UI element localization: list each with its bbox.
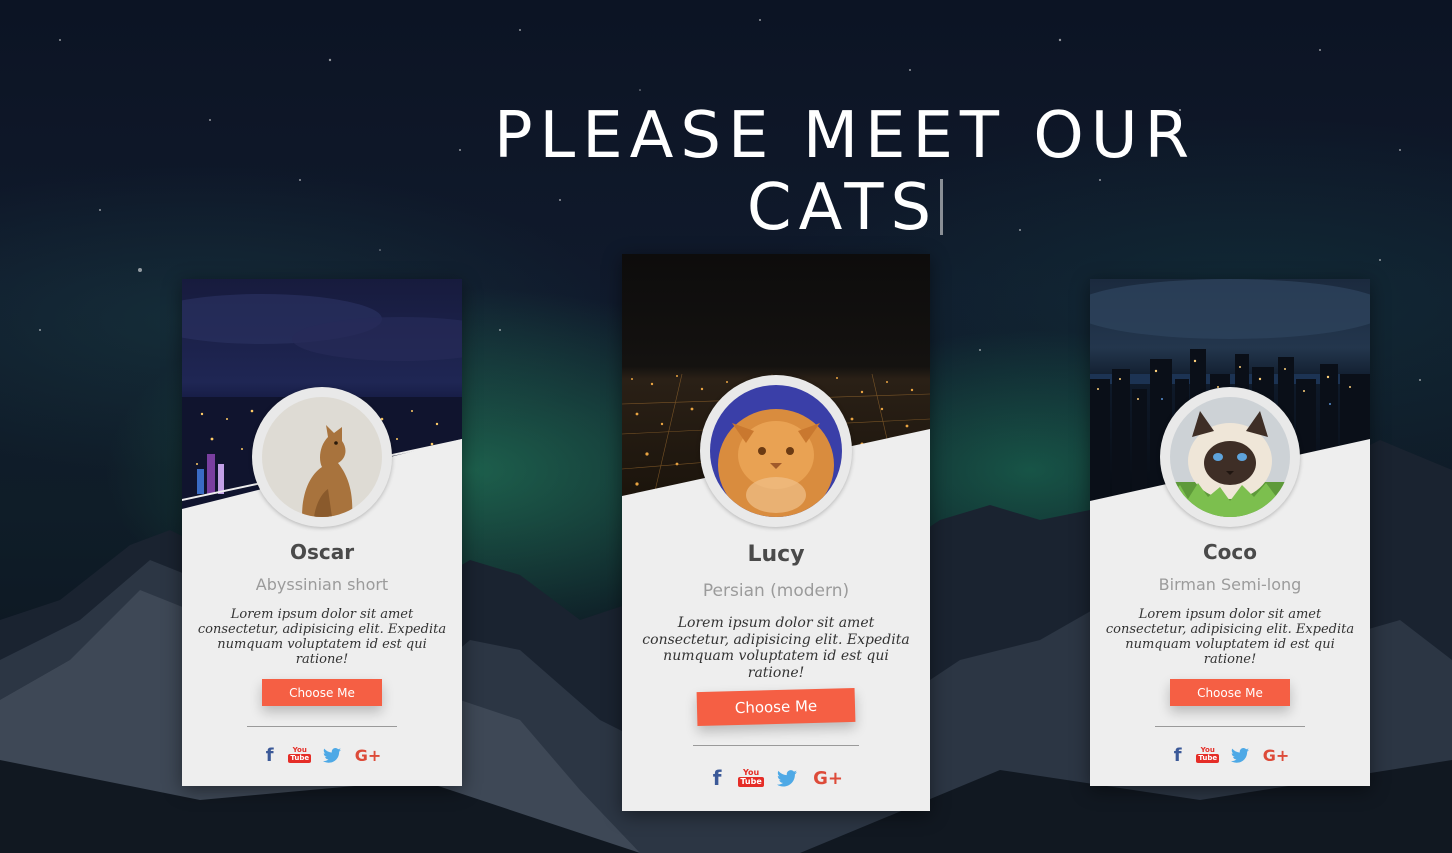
twitter-icon[interactable] [1230, 747, 1249, 763]
title-line-2-wrapper: CATS [420, 172, 1270, 244]
cat-name: Coco [1202, 540, 1257, 564]
googleplus-icon[interactable]: G+ [813, 768, 843, 789]
cat-breed: Birman Semi-long [1158, 575, 1302, 594]
text-cursor [940, 179, 944, 235]
title-line-1: PLEASE MEET OUR [493, 99, 1197, 173]
cat-card-lucy: Lucy Persian (modern) Lorem ipsum dolor … [622, 254, 930, 811]
choose-me-button[interactable]: Choose Me [1170, 679, 1290, 706]
youtube-icon[interactable]: You Tube [738, 768, 764, 787]
youtube-label-bottom: Tube [738, 777, 764, 787]
social-links: f You Tube G+ [182, 743, 462, 767]
youtube-label-bottom: Tube [288, 754, 312, 763]
cat-description: Lorem ipsum dolor sit amet consectetur, … [197, 607, 447, 667]
choose-me-button[interactable]: Choose Me [696, 687, 856, 727]
youtube-label-top: You [742, 768, 760, 777]
cat-card-oscar: Oscar Abyssinian short Lorem ipsum dolor… [182, 279, 462, 786]
facebook-icon[interactable]: f [709, 766, 725, 790]
cat-card-coco: Coco Birman Semi-long Lorem ipsum dolor … [1090, 279, 1370, 786]
googleplus-icon[interactable]: G+ [1263, 746, 1290, 765]
card-divider [693, 745, 859, 746]
youtube-icon[interactable]: You Tube [288, 746, 312, 763]
youtube-icon[interactable]: You Tube [1196, 746, 1220, 763]
cat-avatar [1170, 397, 1290, 517]
social-links: f You Tube G+ [1090, 743, 1370, 767]
cat-breed: Abyssinian short [255, 575, 389, 594]
cat-avatar [262, 397, 382, 517]
choose-me-button[interactable]: Choose Me [262, 679, 382, 706]
facebook-icon[interactable]: f [263, 745, 277, 766]
googleplus-icon[interactable]: G+ [355, 746, 382, 765]
twitter-icon[interactable] [322, 747, 341, 763]
card-divider [1155, 726, 1305, 727]
social-links: f You Tube G+ [622, 765, 930, 791]
youtube-label-top: You [292, 746, 307, 754]
page-title: PLEASE MEET OUR CATS [420, 100, 1270, 244]
facebook-icon[interactable]: f [1171, 745, 1185, 766]
cat-description: Lorem ipsum dolor sit amet consectetur, … [642, 615, 910, 681]
cat-name: Oscar [289, 540, 355, 564]
youtube-label-top: You [1200, 746, 1215, 754]
card-divider [247, 726, 397, 727]
twitter-icon[interactable] [777, 769, 798, 787]
cat-description: Lorem ipsum dolor sit amet consectetur, … [1105, 607, 1355, 667]
youtube-label-bottom: Tube [1196, 754, 1220, 763]
cat-name: Lucy [747, 542, 805, 567]
cat-avatar [710, 385, 842, 517]
title-line-2: CATS [746, 171, 939, 245]
cat-breed: Persian (modern) [702, 581, 850, 601]
